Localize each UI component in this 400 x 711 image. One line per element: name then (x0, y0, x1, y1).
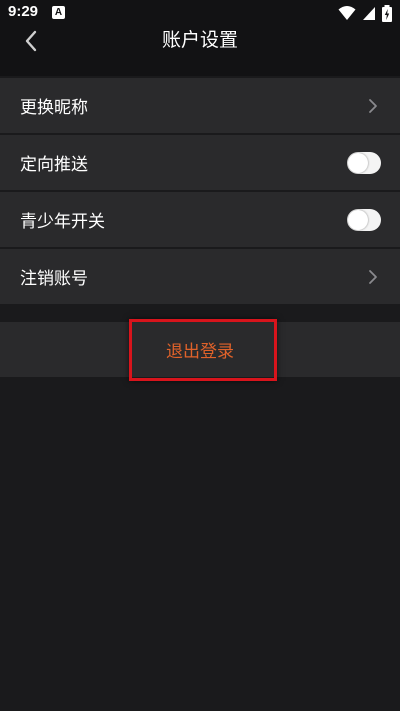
targeted-push-toggle[interactable] (347, 151, 381, 174)
settings-item-teen-mode[interactable]: 青少年开关 (0, 192, 400, 247)
status-time: 9:29 (8, 3, 39, 20)
wifi-icon (338, 6, 356, 20)
page-title: 账户设置 (161, 29, 238, 51)
settings-item-delete-account[interactable]: 注销账号 (0, 249, 400, 304)
settings-list: 更换昵称 定向推送 青少年开关 注销账号 (0, 78, 400, 306)
settings-item-change-nickname[interactable]: 更换昵称 (0, 78, 400, 133)
toggle-knob (348, 152, 368, 173)
toggle-knob (348, 209, 368, 230)
app-header: 账户设置 (0, 26, 400, 76)
settings-item-label: 定向推送 (20, 155, 88, 175)
logout-label: 退出登录 (166, 342, 234, 362)
battery-charging-icon (382, 4, 392, 22)
settings-item-label: 更换昵称 (20, 98, 88, 118)
status-icons (338, 4, 392, 22)
settings-item-targeted-push[interactable]: 定向推送 (0, 135, 400, 190)
chevron-right-icon (366, 267, 380, 287)
logout-button[interactable]: 退出登录 (0, 322, 400, 377)
signal-icon (363, 6, 375, 20)
settings-item-label: 青少年开关 (20, 212, 105, 232)
teen-mode-toggle[interactable] (347, 208, 381, 231)
settings-item-label: 注销账号 (20, 269, 88, 289)
status-bar: 9:29 A (0, 0, 400, 26)
notification-icon: A (52, 6, 65, 19)
chevron-right-icon (366, 96, 380, 116)
